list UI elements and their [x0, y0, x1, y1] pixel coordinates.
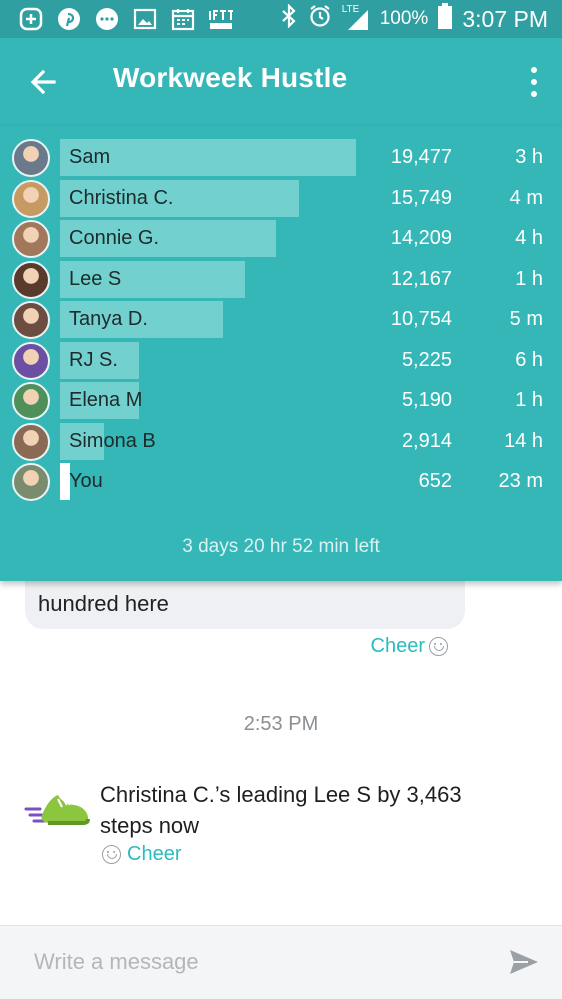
- cheer-label: Cheer: [370, 635, 425, 657]
- avatar[interactable]: [12, 260, 50, 299]
- cheer-button-system[interactable]: Cheer: [102, 843, 181, 866]
- participant-name: RJ S.: [69, 348, 118, 371]
- avatar[interactable]: [12, 301, 50, 339]
- step-count: 14,209: [390, 227, 452, 249]
- smiley-icon: [102, 845, 121, 864]
- message-composer: [0, 925, 562, 999]
- message-input[interactable]: [22, 940, 482, 984]
- last-sync: 23 m: [498, 470, 543, 492]
- alarm-icon: [308, 4, 332, 34]
- step-count: 652: [418, 470, 452, 492]
- avatar[interactable]: [12, 382, 50, 420]
- clock: 3:07 PM: [462, 5, 548, 32]
- battery-icon: [438, 3, 453, 35]
- leaderboard: Sam 19,477 3 h Christina C. 15,749 4 m Connie …: [0, 126, 562, 581]
- notification-icons: [18, 6, 234, 32]
- leaderboard-row[interactable]: You 652 23 m: [0, 461, 562, 501]
- leaderboard-row[interactable]: Connie G. 14,209 4 h: [0, 218, 562, 258]
- system-message: Christina C.’s leading Lee S by 3,463 st…: [100, 782, 462, 838]
- signal-icon: LTE: [342, 4, 370, 32]
- battery-percent: 100%: [379, 8, 429, 29]
- last-sync: 4 h: [515, 227, 543, 249]
- avatar[interactable]: [12, 179, 50, 218]
- avatar[interactable]: [12, 220, 50, 258]
- last-sync: 3 h: [515, 146, 543, 168]
- step-count: 2,914: [401, 429, 452, 452]
- smiley-icon: [429, 637, 448, 656]
- message-timestamp: 2:53 PM: [243, 713, 319, 735]
- status-bar: LTE 100% 3:07 PM: [0, 0, 562, 38]
- last-sync: 5 m: [509, 308, 543, 330]
- last-sync: 1 h: [515, 389, 543, 411]
- avatar[interactable]: [12, 341, 50, 380]
- last-sync: 6 h: [515, 348, 543, 371]
- message-text: hundred here: [38, 591, 169, 616]
- chat-bubble-icon: [94, 6, 120, 32]
- pinterest-icon: [56, 6, 82, 32]
- participant-name: Christina C.: [69, 186, 174, 209]
- leaderboard-row[interactable]: Christina C. 15,749 4 m: [0, 178, 562, 218]
- participant-name: Sam: [69, 146, 111, 168]
- avatar[interactable]: [12, 463, 50, 501]
- overflow-menu-icon[interactable]: [528, 64, 540, 100]
- participant-name: Connie G.: [69, 227, 160, 249]
- chat-thread[interactable]: hundred here Cheer 2:53 PM Christina C.’…: [0, 521, 562, 925]
- participant-name: Tanya D.: [69, 308, 148, 330]
- image-icon: [132, 6, 158, 32]
- time-left: 3 days 20 hr 52 min left: [182, 536, 380, 557]
- last-sync: 14 h: [504, 429, 543, 452]
- leaderboard-row[interactable]: Elena M 5,190 1 h: [0, 380, 562, 420]
- bluetooth-icon: [280, 3, 298, 34]
- plus-icon: [18, 6, 44, 32]
- step-count: 19,477: [390, 146, 452, 168]
- avatar[interactable]: [12, 422, 50, 461]
- step-count: 10,754: [390, 308, 452, 330]
- app-bar: Workweek Hustle: [0, 38, 562, 126]
- cheer-button[interactable]: Cheer: [371, 635, 448, 658]
- cheer-label: Cheer: [127, 843, 182, 865]
- ifttt-icon: [208, 6, 234, 32]
- send-icon[interactable]: [508, 946, 540, 978]
- system-status: LTE 100% 3:07 PM: [280, 3, 548, 35]
- leaderboard-row[interactable]: Tanya D. 10,754 5 m: [0, 299, 562, 339]
- step-count: 12,167: [390, 267, 452, 290]
- page-title: Workweek Hustle: [113, 62, 348, 93]
- step-count: 5,225: [401, 348, 452, 371]
- last-sync: 1 h: [515, 267, 543, 290]
- back-arrow-icon[interactable]: [26, 64, 62, 100]
- last-sync: 4 m: [509, 186, 543, 209]
- participant-name: You: [69, 470, 103, 492]
- participant-name: Elena M: [69, 389, 143, 411]
- participant-name: Lee S: [69, 267, 122, 290]
- leaderboard-row[interactable]: RJ S. 5,225 6 h: [0, 340, 562, 380]
- leaderboard-row[interactable]: Simona B 2,914 14 h: [0, 421, 562, 461]
- step-count: 5,190: [401, 389, 452, 411]
- step-count: 15,749: [390, 186, 452, 209]
- calendar-icon: [170, 6, 196, 32]
- avatar[interactable]: [12, 139, 50, 177]
- leaderboard-row[interactable]: Lee S 12,167 1 h: [0, 259, 562, 299]
- sneaker-icon: [24, 785, 90, 835]
- participant-name: Simona B: [69, 429, 156, 452]
- leaderboard-row[interactable]: Sam 19,477 3 h: [0, 137, 562, 177]
